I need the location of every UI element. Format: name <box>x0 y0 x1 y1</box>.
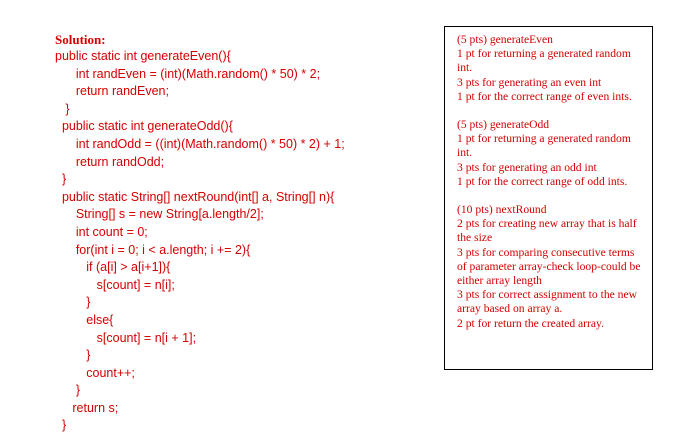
code-line: s[count] = n[i]; <box>55 277 175 292</box>
rubric-item: 3 pts for correct assignment to the new … <box>457 288 637 316</box>
rubric-item: 1 pt for the correct range of even ints. <box>457 89 632 103</box>
code-line: int randOdd = ((int)(Math.random() * 50)… <box>55 136 345 151</box>
rubric-item: 3 pts for generating an odd int <box>457 160 597 174</box>
code-line: return s; <box>55 400 119 415</box>
code-line: s[count] = n[i + 1]; <box>55 330 197 345</box>
code-line: } <box>55 418 67 433</box>
rubric-section-title: (5 pts) generateEven <box>457 33 553 46</box>
code-line: String[] s = new String[a.length/2]; <box>55 207 264 222</box>
rubric-item: 1 pt for returning a generated random in… <box>457 47 631 75</box>
code-line: public static int generateOdd(){ <box>55 119 233 134</box>
code-line: } <box>55 101 70 116</box>
rubric-section-title: (10 pts) nextRound <box>457 203 547 217</box>
rubric-item: 1 pt for the correct range of odd ints. <box>457 174 628 188</box>
code-line: return randOdd; <box>55 154 165 169</box>
code-line: count++; <box>55 365 135 380</box>
code-line: public static int generateEven(){ <box>55 49 231 63</box>
code-line: int count = 0; <box>55 224 148 239</box>
rubric-item: 3 pts for comparing consecutive terms of… <box>457 245 641 288</box>
code-line: if (a[i] > a[i+1]){ <box>55 260 171 275</box>
code-line: } <box>55 295 91 310</box>
rubric-section-generate-odd: (5 pts) generateOdd 1 pt for returning a… <box>457 118 644 189</box>
solution-heading: Solution: <box>55 32 106 47</box>
code-line: return randEven; <box>55 84 169 99</box>
grading-rubric-box: (5 pts) generateEven 1 pt for returning … <box>444 26 653 370</box>
code-line: } <box>55 172 67 187</box>
solution-code-panel: Solution: public static int generateEven… <box>55 32 435 435</box>
rubric-section-generate-even: (5 pts) generateEven 1 pt for returning … <box>457 33 644 104</box>
code-line: public static String[] nextRound(int[] a… <box>55 189 335 204</box>
rubric-item: 2 pts for creating new array that is hal… <box>457 217 637 245</box>
rubric-section-title: (5 pts) generateOdd <box>457 118 550 132</box>
rubric-item: 1 pt for returning a generated random in… <box>457 132 631 160</box>
rubric-item: 3 pts for generating an even int <box>457 75 602 89</box>
code-line: int randEven = (int)(Math.random() * 50)… <box>55 66 321 81</box>
code-line: else{ <box>55 312 114 327</box>
code-line: } <box>55 383 81 398</box>
code-line: } <box>55 348 91 363</box>
rubric-section-next-round: (10 pts) nextRound 2 pts for creating ne… <box>457 203 644 331</box>
rubric-item: 2 pt for return the created array. <box>457 316 604 330</box>
code-line: for(int i = 0; i < a.length; i += 2){ <box>55 242 251 257</box>
